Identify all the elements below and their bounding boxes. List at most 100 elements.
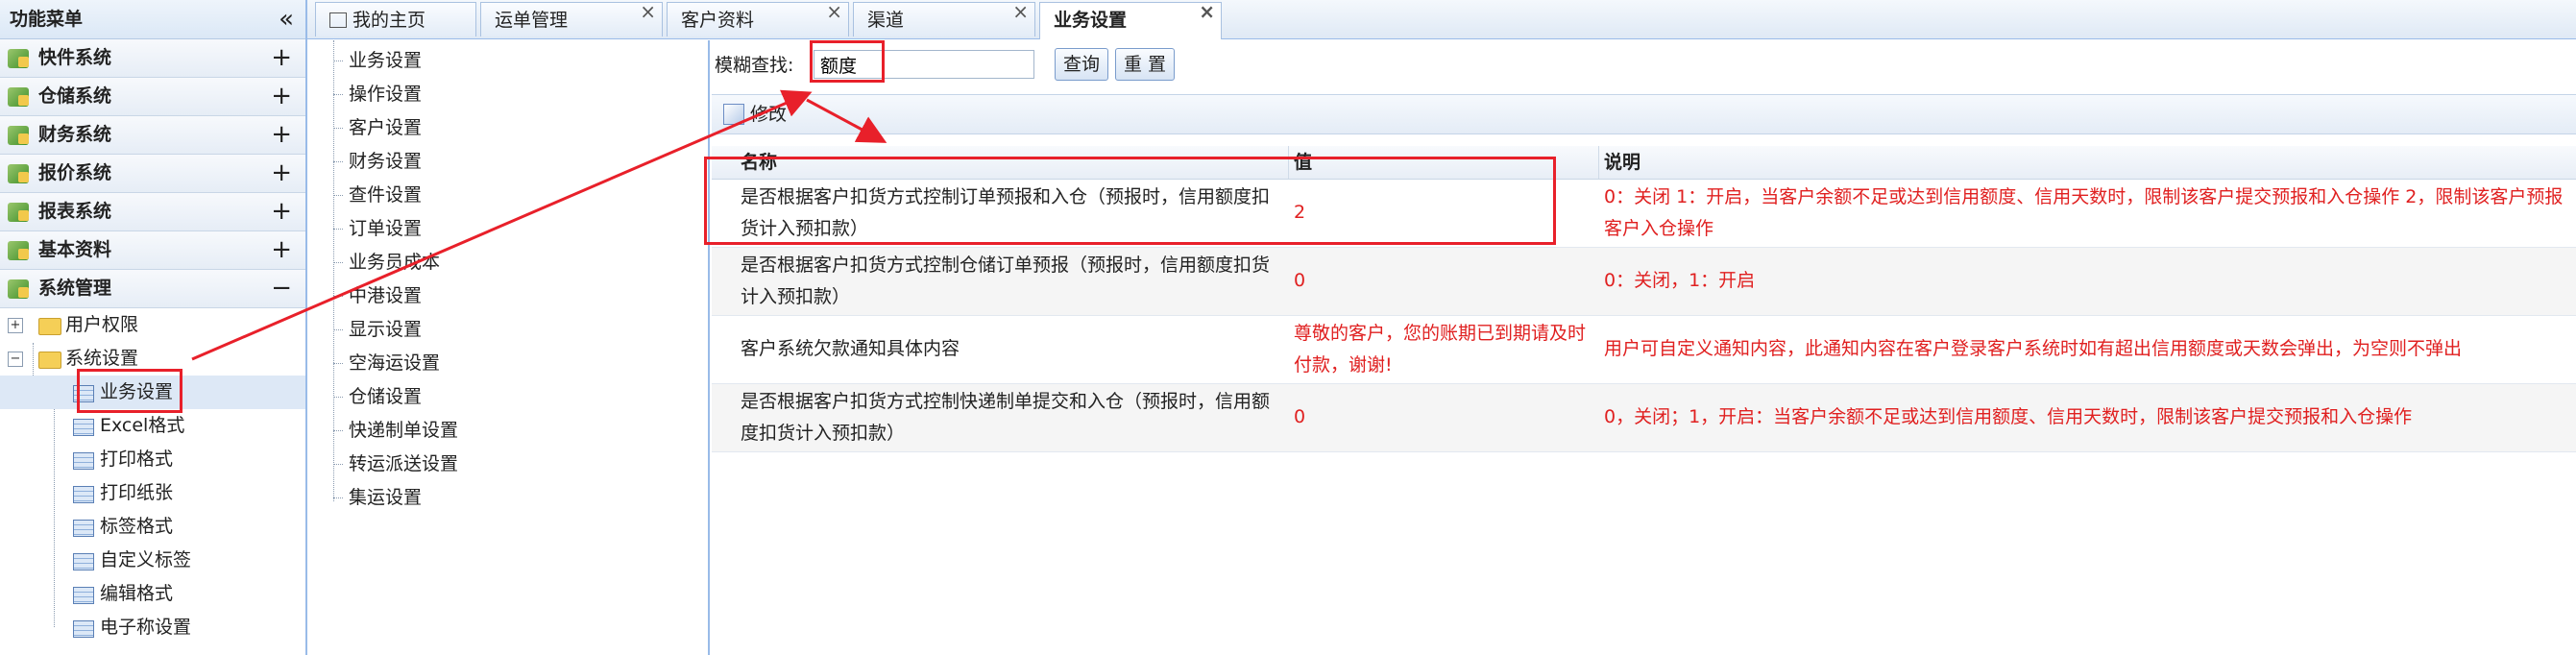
collapse-minus-icon[interactable]: − [271, 270, 292, 307]
collapse-minus-icon[interactable]: − [8, 352, 23, 367]
settings-item-order[interactable]: 订单设置 [332, 212, 422, 246]
package-icon [8, 87, 29, 107]
query-button[interactable]: 查询 [1055, 48, 1109, 81]
close-icon[interactable]: × [1012, 0, 1029, 29]
double-chevron-left-icon[interactable]: « [279, 0, 294, 38]
table-row[interactable]: 是否根据客户扣货方式控制仓储订单预报（预报时，信用额度扣货 计入预扣款） 0 0… [712, 248, 2576, 316]
settings-item-hk-china[interactable]: 中港设置 [332, 279, 422, 313]
grid-icon [73, 452, 94, 470]
expand-plus-icon[interactable]: + [271, 155, 292, 192]
settings-item-air-sea[interactable]: 空海运设置 [332, 347, 440, 380]
package-icon [8, 203, 29, 222]
tree-leaf-label: 自定义标签 [100, 549, 192, 570]
grid-icon [73, 620, 94, 638]
grid-icon [73, 520, 94, 537]
settings-item-business[interactable]: 业务设置 [332, 44, 422, 78]
settings-category-list: 业务设置 操作设置 客户设置 财务设置 查件设置 订单设置 业务员成本 中港设置… [314, 40, 710, 655]
menu-section-system-admin[interactable]: 系统管理 − [0, 270, 305, 308]
close-icon[interactable]: × [1199, 0, 1215, 29]
tree-leaf-label: 标签格式 [100, 516, 174, 537]
tree-leaf-label: 打印纸张 [100, 482, 174, 503]
menu-section-quote[interactable]: 报价系统 + [0, 155, 305, 193]
tree-leaf-custom-label[interactable]: 自定义标签 [0, 544, 305, 577]
settings-item-customer[interactable]: 客户设置 [332, 111, 422, 145]
row-description: 用户可自定义通知内容，此通知内容在客户登录客户系统时如有超出信用额度或天数会弹出… [1604, 338, 2463, 359]
column-header-description[interactable]: 说明 [1604, 146, 1640, 179]
tree-leaf-scale-settings[interactable]: 电子称设置 [0, 611, 305, 644]
grid-icon [73, 419, 94, 436]
left-function-menu: 功能菜单 « 快件系统 + 仓储系统 + 财务系统 + 报价系统 + 报表系统 + 基本资… [0, 0, 307, 655]
tab-customer-data[interactable]: 客户资料 × [667, 0, 849, 36]
settings-item-warehouse[interactable]: 仓储设置 [332, 380, 422, 414]
settings-item-operation[interactable]: 操作设置 [332, 78, 422, 111]
settings-main-pane: 模糊查找: 查询 重 置 修改 名称 值 说明 是否根据客户扣货方式控制订单预报… [712, 40, 2576, 655]
folder-open-icon [38, 352, 61, 369]
tree-leaf-label: 电子称设置 [100, 617, 192, 638]
row-description: 0：关闭，1：开启 [1604, 270, 1756, 291]
package-icon [8, 241, 29, 260]
expand-plus-icon[interactable]: + [271, 116, 292, 154]
expand-plus-icon[interactable]: + [271, 193, 292, 230]
search-label: 模糊查找: [715, 55, 794, 76]
edit-button-label: 修改 [750, 104, 788, 125]
reset-button[interactable]: 重 置 [1115, 48, 1176, 81]
expand-plus-icon[interactable]: + [271, 231, 292, 269]
row-description-cont: 客户入仓操作 [1604, 218, 1714, 239]
close-icon[interactable]: × [640, 0, 656, 29]
tree-connector [333, 40, 334, 501]
tab-home[interactable]: 我的主页 [315, 2, 476, 36]
menu-section-warehouse[interactable]: 仓储系统 + [0, 78, 305, 116]
expand-plus-icon[interactable]: + [271, 39, 292, 77]
menu-section-label: 报表系统 [38, 201, 112, 222]
settings-item-tracking[interactable]: 查件设置 [332, 179, 422, 212]
row-value: 0 [1294, 270, 1306, 291]
menu-section-express[interactable]: 快件系统 + [0, 39, 305, 78]
row-name: 客户系统欠款通知具体内容 [741, 338, 960, 359]
menu-section-label: 报价系统 [38, 162, 112, 183]
menu-section-label: 快件系统 [38, 47, 112, 68]
settings-item-consolidation[interactable]: 集运设置 [332, 481, 422, 515]
tree-node-user-permissions[interactable]: + 用户权限 [0, 308, 305, 342]
tree-leaf-print-format[interactable]: 打印格式 [0, 443, 305, 476]
expand-plus-icon[interactable]: + [271, 78, 292, 115]
settings-item-express-order[interactable]: 快递制单设置 [332, 414, 458, 448]
menu-section-label: 仓储系统 [38, 85, 112, 107]
menu-section-basic-data[interactable]: 基本资料 + [0, 231, 305, 270]
row-name: 是否根据客户扣货方式控制仓储订单预报（预报时，信用额度扣货 [741, 255, 1271, 276]
table-row[interactable]: 客户系统欠款通知具体内容 尊敬的客户，您的账期已到期请及时 付款，谢谢! 用户可… [712, 316, 2576, 384]
settings-item-salesman-cost[interactable]: 业务员成本 [332, 246, 440, 279]
system-tree: + 用户权限 − 系统设置 业务设置 Excel格式 打印格式 打印纸张 标签格… [0, 308, 305, 644]
tree-leaf-excel-format[interactable]: Excel格式 [0, 409, 305, 443]
edit-icon [723, 104, 744, 125]
table-row[interactable]: 是否根据客户扣货方式控制快递制单提交和入仓（预报时，信用额 度扣货计入预扣款） … [712, 384, 2576, 452]
settings-item-transfer-delivery[interactable]: 转运派送设置 [332, 448, 458, 481]
expand-plus-icon[interactable]: + [8, 318, 23, 333]
settings-item-finance[interactable]: 财务设置 [332, 145, 422, 179]
edit-button[interactable]: 修改 [712, 95, 827, 133]
row-name-cont: 计入预扣款） [741, 286, 851, 307]
grid-icon [73, 553, 94, 570]
menu-section-label: 财务系统 [38, 124, 112, 145]
menu-section-report[interactable]: 报表系统 + [0, 193, 305, 231]
menu-section-finance[interactable]: 财务系统 + [0, 116, 305, 155]
tab-bar: 我的主页 运单管理 × 客户资料 × 渠道 × 业务设置 × [307, 0, 2576, 39]
tab-waybill-management[interactable]: 运单管理 × [480, 0, 663, 36]
settings-item-display[interactable]: 显示设置 [332, 313, 422, 347]
menu-header: 功能菜单 « [0, 0, 305, 39]
row-description: 0，关闭；1，开启：当客户余额不足或达到信用额度、信用天数时，限制该客户提交预报… [1604, 406, 2413, 427]
close-icon[interactable]: × [826, 0, 842, 29]
tree-leaf-label-format[interactable]: 标签格式 [0, 510, 305, 544]
tree-leaf-label: 编辑格式 [100, 583, 174, 604]
tab-business-settings[interactable]: 业务设置 × [1039, 0, 1222, 39]
tab-channel[interactable]: 渠道 × [853, 0, 1035, 36]
tree-leaf-print-paper[interactable]: 打印纸张 [0, 476, 305, 510]
column-divider [1598, 146, 1599, 179]
row-value-cont: 付款，谢谢! [1294, 354, 1393, 376]
package-icon [8, 164, 29, 183]
tree-leaf-edit-format[interactable]: 编辑格式 [0, 577, 305, 611]
annotation-highlight-search [810, 40, 885, 83]
annotation-highlight-tree-item [77, 369, 182, 413]
row-value: 0 [1294, 406, 1306, 427]
tab-label: 运单管理 [495, 10, 569, 31]
tree-leaf-label: Excel格式 [100, 415, 185, 436]
